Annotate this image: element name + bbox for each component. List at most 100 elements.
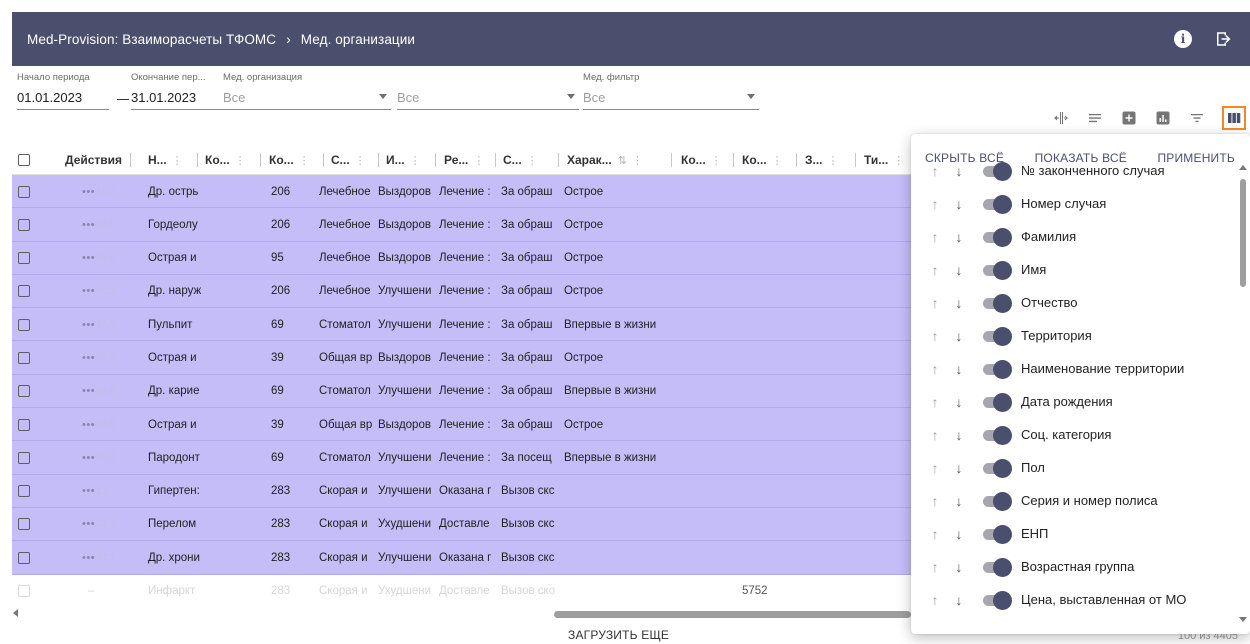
row-actions[interactable]: ••• 05.1 [82,441,116,474]
arrow-down-icon[interactable]: ↓ [947,427,971,443]
header-col-10[interactable]: Ко... ⋮ [742,145,783,175]
column-menu-icon[interactable]: ⋮ [632,154,643,167]
scroll-thumb[interactable] [554,611,911,618]
app-title[interactable]: Med-Provision: Взаиморасчеты ТФОМС [27,32,276,47]
row-actions[interactable]: ••• 95.9 [82,242,116,275]
more-icon[interactable]: ••• [82,186,95,198]
arrow-up-icon[interactable]: ↑ [923,262,947,278]
more-icon[interactable]: – [88,585,94,597]
row-checkbox[interactable] [18,441,30,474]
more-icon[interactable]: ••• [82,419,95,431]
header-col-9[interactable]: Ко... ⋮ [681,145,722,175]
visibility-toggle[interactable] [981,524,1013,544]
column-menu-icon[interactable]: ⋮ [235,154,246,167]
arrow-down-icon[interactable]: ↓ [947,196,971,212]
column-separator[interactable] [733,153,734,167]
chevron-down-icon[interactable] [379,94,387,99]
visibility-toggle[interactable] [981,326,1013,346]
period-start-field[interactable]: Начало периода 01.01.2023 [17,72,109,110]
scroll-up-icon[interactable] [1239,165,1247,170]
horizontal-scrollbar[interactable] [12,607,911,619]
column-separator[interactable] [855,153,856,167]
visibility-toggle[interactable] [981,590,1013,610]
visibility-toggle[interactable] [981,392,1013,412]
med-org-value[interactable]: Все [223,90,391,110]
period-end-input[interactable]: 31.01.2023 [131,90,227,110]
arrow-up-icon[interactable]: ↑ [923,526,947,542]
column-menu-icon[interactable]: ⋮ [299,154,310,167]
arrow-down-icon[interactable]: ↓ [947,262,971,278]
column-separator[interactable] [197,153,198,167]
arrow-down-icon[interactable]: ↓ [947,592,971,608]
med-filter-value[interactable]: Все [583,90,759,110]
arrow-down-icon[interactable]: ↓ [947,295,971,311]
header-col-11[interactable]: З... ⋮ [805,145,839,175]
chevron-down-icon[interactable] [747,94,755,99]
column-toggle-item[interactable]: ↑ ↓ Цена, выставленная от МО [911,583,1236,616]
column-menu-icon[interactable]: ⋮ [527,154,538,167]
row-checkbox[interactable] [18,308,30,341]
column-menu-icon[interactable]: ⋮ [172,154,183,167]
row-checkbox[interactable] [18,475,30,508]
visibility-toggle[interactable] [981,557,1013,577]
column-toggle-item[interactable]: ↑ ↓ Дата рождения [911,385,1236,418]
visibility-toggle[interactable] [981,359,1013,379]
sort-icon[interactable]: ⇅ [618,154,627,167]
arrow-up-icon[interactable]: ↑ [923,196,947,212]
arrow-down-icon[interactable]: ↓ [947,460,971,476]
column-toggle-item[interactable]: ↑ ↓ Имя [911,253,1236,286]
header-col-4[interactable]: С... ⋮ [331,145,366,175]
column-toggle-item[interactable]: ↑ ↓ Номер случая [911,187,1236,220]
arrow-down-icon[interactable]: ↓ [947,361,971,377]
more-icon[interactable]: ••• [82,485,95,497]
header-col-5[interactable]: И... ⋮ [386,145,421,175]
scroll-down-icon[interactable] [1239,617,1247,622]
info-icon[interactable]: i [1174,30,1192,48]
row-actions[interactable]: ••• 10.2 [82,175,116,208]
header-col-2[interactable]: Ко... ⋮ [205,145,246,175]
period-end-field[interactable]: Окончание пер... 31.01.2023 [131,72,227,110]
row-checkbox[interactable] [18,175,30,208]
column-toggle-item[interactable]: ↑ ↓ Серия и номер полиса [911,484,1236,517]
more-icon[interactable]: ••• [82,518,95,530]
arrow-down-icon[interactable]: ↓ [947,163,971,179]
row-checkbox[interactable] [18,408,30,441]
column-menu-icon[interactable]: ⋮ [711,154,722,167]
column-separator[interactable] [435,153,436,167]
more-icon[interactable]: ••• [82,319,95,331]
arrow-down-icon[interactable]: ↓ [947,526,971,542]
visibility-toggle[interactable] [981,161,1013,181]
arrow-down-icon[interactable]: ↓ [947,328,971,344]
header-col-12[interactable]: Ти... ⋮ [864,145,904,175]
second-select[interactable]: Все [397,72,579,110]
vertical-scroll-thumb[interactable] [1240,179,1246,287]
select-all-checkbox[interactable] [18,145,30,175]
row-checkbox[interactable] [18,341,30,374]
column-toggle-item[interactable]: ↑ ↓ Соц. категория [911,418,1236,451]
row-checkbox[interactable] [18,208,30,241]
second-select-value[interactable]: Все [397,90,579,110]
row-checkbox[interactable] [18,275,30,308]
logout-icon[interactable] [1214,30,1232,48]
arrow-down-icon[interactable]: ↓ [947,394,971,410]
period-start-input[interactable]: 01.01.2023 [17,90,109,110]
row-actions[interactable]: ••• 91.1 [82,541,116,574]
more-icon[interactable]: ••• [82,285,95,297]
more-icon[interactable]: ••• [82,252,95,264]
more-icon[interactable]: ••• [82,352,95,364]
column-separator[interactable] [558,153,559,167]
column-toggle-item[interactable]: ↑ ↓ Территория [911,319,1236,352]
column-toggle-item[interactable]: ↑ ↓ ЕНП [911,517,1236,550]
header-actions[interactable]: Действия [65,145,122,175]
column-toggle-item[interactable]: ↑ ↓ № законченного случая [911,154,1236,187]
add-box-icon[interactable] [1120,109,1138,127]
row-checkbox[interactable] [18,575,30,608]
header-col-1[interactable]: Н... ⋮ [148,145,183,175]
more-icon[interactable]: ••• [82,385,95,397]
arrow-down-icon[interactable]: ↓ [947,493,971,509]
row-actions[interactable]: ••• 33.3 [82,508,116,541]
column-separator[interactable] [323,153,324,167]
row-actions[interactable]: – [88,575,94,608]
row-checkbox[interactable] [18,242,30,275]
arrow-up-icon[interactable]: ↑ [923,328,947,344]
